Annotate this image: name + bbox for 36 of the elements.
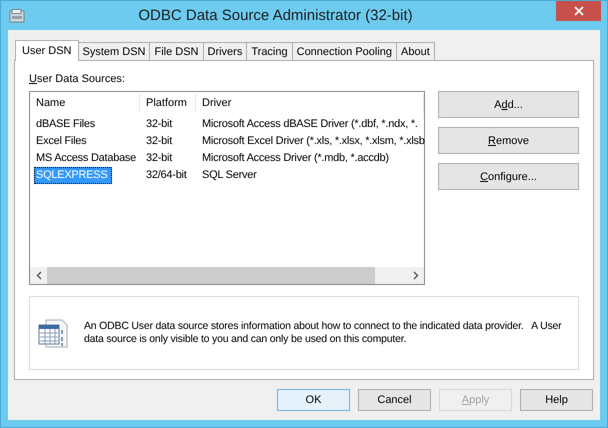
close-icon (574, 6, 584, 16)
scroll-left-icon[interactable] (36, 271, 42, 280)
tab[interactable]: Tracing (246, 42, 293, 60)
action-button[interactable]: Add... (438, 91, 579, 118)
dialog-button[interactable]: OK (277, 389, 350, 411)
action-button[interactable]: Configure... (438, 163, 579, 190)
table-cell-text: 32-bit (145, 117, 174, 132)
window-title: ODBC Data Source Administrator (32-bit) (138, 6, 413, 26)
dialog-button[interactable]: Help (520, 389, 593, 411)
data-source-list[interactable] (29, 91, 425, 285)
table-cell[interactable]: dBASE Files (30, 116, 140, 133)
column-header[interactable]: Name (30, 94, 140, 113)
tab[interactable]: About (396, 42, 435, 60)
table-cell[interactable]: Excel Files (30, 133, 140, 150)
table-cell-text: Microsoft Access Driver (*.mdb, *.accdb) (201, 151, 390, 166)
scroll-right-icon[interactable] (412, 271, 418, 280)
table-cell-text: SQL Server (201, 168, 258, 183)
horizontal-scrollbar[interactable] (30, 267, 424, 284)
table-document-icon (38, 317, 70, 349)
tab[interactable]: System DSN (78, 42, 150, 60)
tab[interactable]: User DSN (15, 40, 79, 61)
table-cell-text: 32-bit (145, 151, 174, 166)
tab[interactable]: Connection Pooling (292, 42, 398, 60)
table-cell-text: Microsoft Excel Driver (*.xls, *.xlsx, *.xlsm, *.xlsb (201, 134, 425, 149)
list-label: User Data Sources: (29, 73, 126, 87)
action-button[interactable]: Remove (438, 127, 579, 154)
table-cell-text: Microsoft Access dBASE Driver (*.dbf, *.ndx, *. (201, 117, 419, 132)
column-header[interactable]: Driver (196, 94, 424, 113)
close-button[interactable] (556, 1, 601, 21)
table-cell-text: 32-bit (145, 134, 174, 149)
info-text: An ODBC User data source stores information about how to connect to the indicated data provider. A User data source is only visible to you and can only be used on this computer. (84, 320, 562, 346)
table-cell[interactable]: MS Access Database (30, 150, 140, 167)
app-icon (9, 9, 25, 23)
dialog-button[interactable]: Cancel (358, 389, 431, 411)
table-cell-text: 32/64-bit (145, 168, 188, 183)
column-header[interactable]: Platform (140, 94, 196, 113)
